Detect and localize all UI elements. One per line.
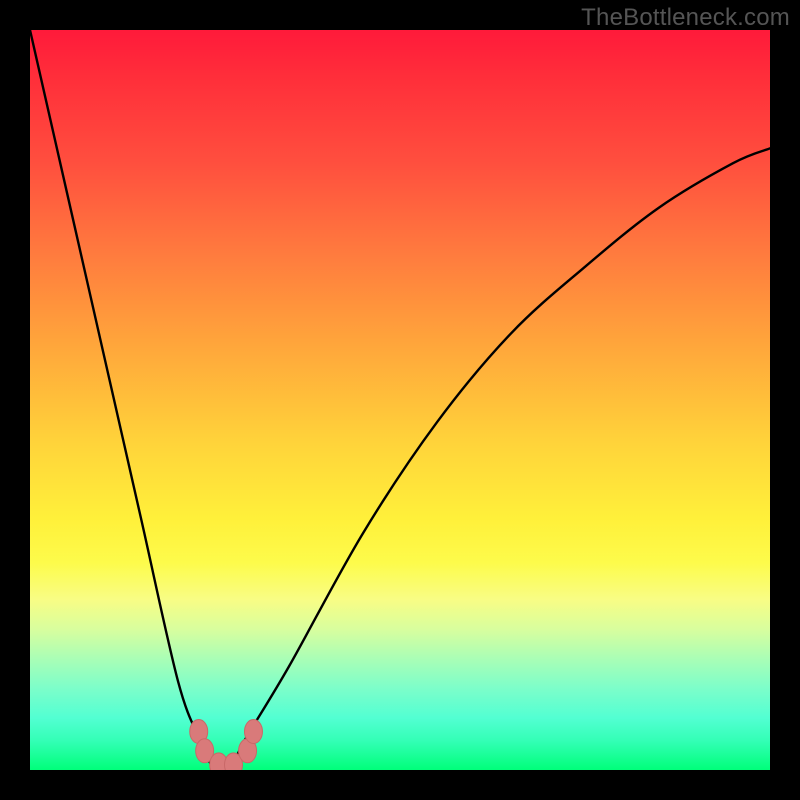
curve-layer <box>30 30 770 770</box>
marker-left-lower <box>196 739 214 763</box>
marker-right-upper <box>244 720 262 744</box>
plot-area <box>30 30 770 770</box>
watermark-text: TheBottleneck.com <box>581 4 790 32</box>
marker-bottom-right <box>225 753 243 770</box>
marker-bottom-left <box>210 753 228 770</box>
bottleneck-curve <box>30 30 770 770</box>
marker-right-lower <box>239 739 257 763</box>
chart-frame: TheBottleneck.com <box>0 0 800 800</box>
marker-group <box>190 720 263 770</box>
marker-left-upper <box>190 720 208 744</box>
